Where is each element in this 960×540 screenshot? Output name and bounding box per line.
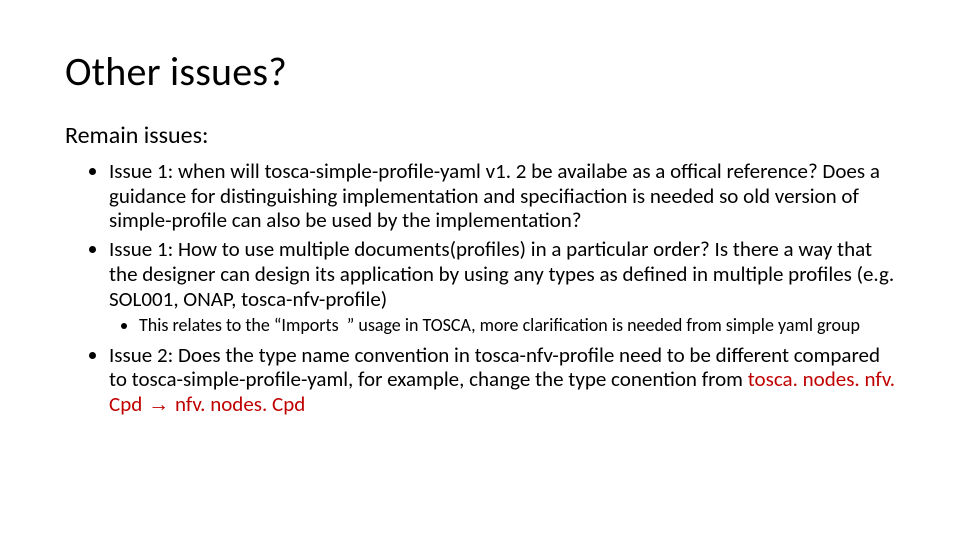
issues-list: Issue 1: when will tosca-simple-profile-…	[65, 159, 895, 418]
issue-item: Issue 1: How to use multiple documents(p…	[109, 237, 895, 337]
issue-sublist: This relates to the “Imports ” usage in …	[109, 315, 895, 336]
issue-item: Issue 2: Does the type name convention i…	[109, 343, 895, 418]
issue-item: Issue 1: when will tosca-simple-profile-…	[109, 159, 895, 233]
issue-text: Issue 1: How to use multiple documents(p…	[109, 236, 894, 312]
arrow-icon: →	[142, 393, 175, 416]
slide: Other issues? Remain issues: Issue 1: wh…	[0, 0, 960, 540]
slide-title: Other issues?	[65, 50, 895, 94]
issue-subtext: This relates to the “Imports ” usage in …	[139, 314, 860, 336]
issue-subitem: This relates to the “Imports ” usage in …	[139, 315, 895, 336]
remain-issues-heading: Remain issues:	[65, 122, 895, 151]
issue-text: Issue 1: when will tosca-simple-profile-…	[109, 158, 880, 234]
code-after: nfv. nodes. Cpd	[175, 391, 305, 417]
